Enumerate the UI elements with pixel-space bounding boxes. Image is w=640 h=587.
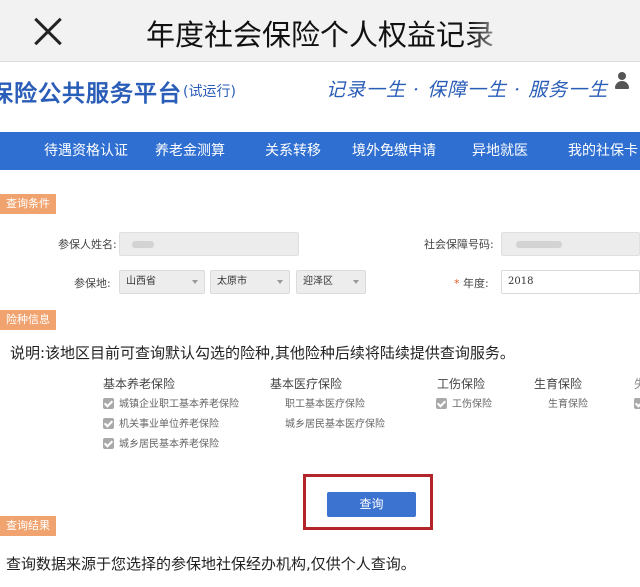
location-label: 参保地: bbox=[74, 277, 111, 290]
nav-item-remote-medical[interactable]: 异地就医 bbox=[472, 132, 528, 170]
query-button[interactable]: 查询 bbox=[327, 492, 416, 517]
chevron-down-icon bbox=[353, 280, 359, 284]
option-label: 机关事业单位养老保险 bbox=[119, 419, 219, 430]
option-label: 工伤保险 bbox=[452, 399, 492, 410]
checkbox-overflow[interactable] bbox=[634, 398, 640, 409]
chevron-down-icon bbox=[192, 280, 198, 284]
district-value: 迎泽区 bbox=[303, 276, 333, 287]
required-mark: * bbox=[454, 277, 460, 290]
category-maternity: 生育保险 bbox=[534, 377, 583, 391]
ssn-field[interactable] bbox=[501, 232, 640, 256]
nav-item-pension-calc[interactable]: 养老金测算 bbox=[155, 132, 225, 170]
option-label: 城乡居民基本养老保险 bbox=[119, 439, 219, 450]
wechat-page-title: 年度社会保险个人权益记录 bbox=[146, 18, 495, 52]
checkbox-pension-resident[interactable] bbox=[103, 438, 114, 449]
site-title: 保险公共服务平台 bbox=[0, 81, 182, 107]
wechat-title-bar: 年度社会保险个人权益记录 bbox=[0, 0, 640, 62]
user-icon[interactable] bbox=[612, 70, 632, 90]
category-overflow: 失 bbox=[634, 375, 640, 392]
city-value: 太原市 bbox=[217, 276, 247, 287]
checkbox-injury[interactable] bbox=[436, 398, 447, 409]
province-select[interactable]: 山西省 bbox=[119, 270, 205, 294]
option-label: 城乡居民基本医疗保险 bbox=[285, 419, 385, 430]
name-field[interactable] bbox=[119, 232, 299, 256]
result-section-tag: 查询结果 bbox=[0, 516, 56, 536]
category-pension: 基本养老保险 bbox=[103, 377, 176, 391]
checkbox-pension-institution[interactable] bbox=[103, 418, 114, 429]
site-slogan: 记录一生 · 保障一生 · 服务一生 bbox=[326, 79, 609, 101]
site-subtitle: (试运行) bbox=[183, 84, 236, 100]
close-icon[interactable] bbox=[28, 12, 68, 52]
year-label-text: 年度: bbox=[463, 277, 489, 290]
masked-value bbox=[516, 241, 562, 248]
year-label: * 年度: bbox=[454, 275, 489, 291]
nav-item-transfer[interactable]: 关系转移 bbox=[265, 132, 321, 170]
option-label: 职工基本医疗保险 bbox=[285, 399, 365, 410]
year-input[interactable]: 2018 bbox=[501, 270, 640, 294]
option-label: 城镇企业职工基本养老保险 bbox=[119, 399, 239, 410]
query-section-tag: 查询条件 bbox=[0, 194, 56, 214]
result-note: 查询数据来源于您选择的参保地社保经办机构,仅供个人查询。 bbox=[6, 555, 416, 573]
city-select[interactable]: 太原市 bbox=[210, 270, 290, 294]
title-fade bbox=[470, 6, 530, 56]
chevron-down-icon bbox=[277, 280, 283, 284]
district-select[interactable]: 迎泽区 bbox=[296, 270, 366, 294]
option-label: 生育保险 bbox=[548, 399, 588, 410]
masked-value bbox=[132, 241, 154, 248]
insurance-note: 说明:该地区目前可查询默认勾选的险种,其他险种后续将陆续提供查询服务。 bbox=[10, 344, 515, 362]
name-label: 参保人姓名: bbox=[58, 238, 117, 251]
category-medical: 基本医疗保险 bbox=[270, 377, 343, 391]
nav-item-qualification[interactable]: 待遇资格认证 bbox=[44, 132, 128, 170]
province-value: 山西省 bbox=[126, 276, 156, 287]
nav-item-overseas-exempt[interactable]: 境外免缴申请 bbox=[352, 132, 436, 170]
main-nav: 待遇资格认证 养老金测算 关系转移 境外免缴申请 异地就医 我的社保卡 bbox=[0, 132, 640, 170]
category-injury: 工伤保险 bbox=[437, 377, 486, 391]
site-header: 保险公共服务平台 (试运行) 记录一生 · 保障一生 · 服务一生 bbox=[0, 62, 640, 132]
nav-item-my-card[interactable]: 我的社保卡 bbox=[568, 132, 638, 170]
insurance-section-tag: 险种信息 bbox=[0, 310, 56, 330]
checkbox-pension-enterprise[interactable] bbox=[103, 398, 114, 409]
ssn-label: 社会保障号码: bbox=[424, 238, 494, 251]
